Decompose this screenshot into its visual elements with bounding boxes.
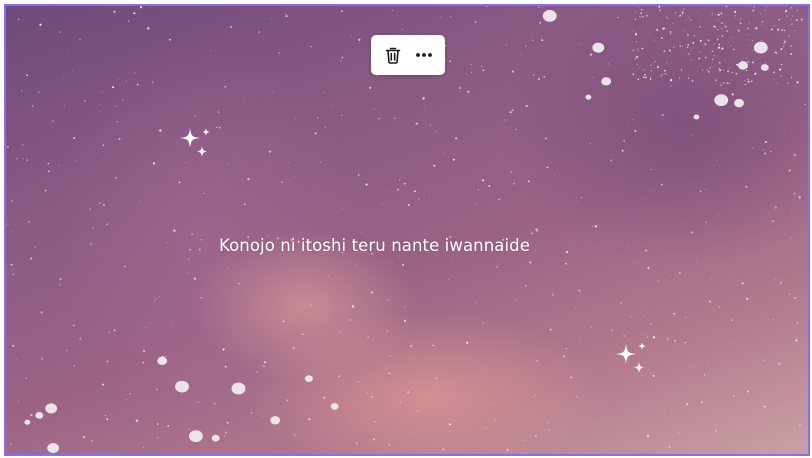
caption-text[interactable]: Konojo ni itoshi teru nante iwannaide xyxy=(219,236,530,255)
trash-icon xyxy=(385,47,400,64)
sparkle-icon[interactable] xyxy=(612,338,656,382)
more-horizontal-icon xyxy=(415,53,432,57)
element-toolbar xyxy=(371,35,445,75)
delete-button[interactable] xyxy=(379,41,407,69)
sparkle-icon[interactable] xyxy=(176,124,216,164)
more-options-button[interactable] xyxy=(410,41,438,69)
